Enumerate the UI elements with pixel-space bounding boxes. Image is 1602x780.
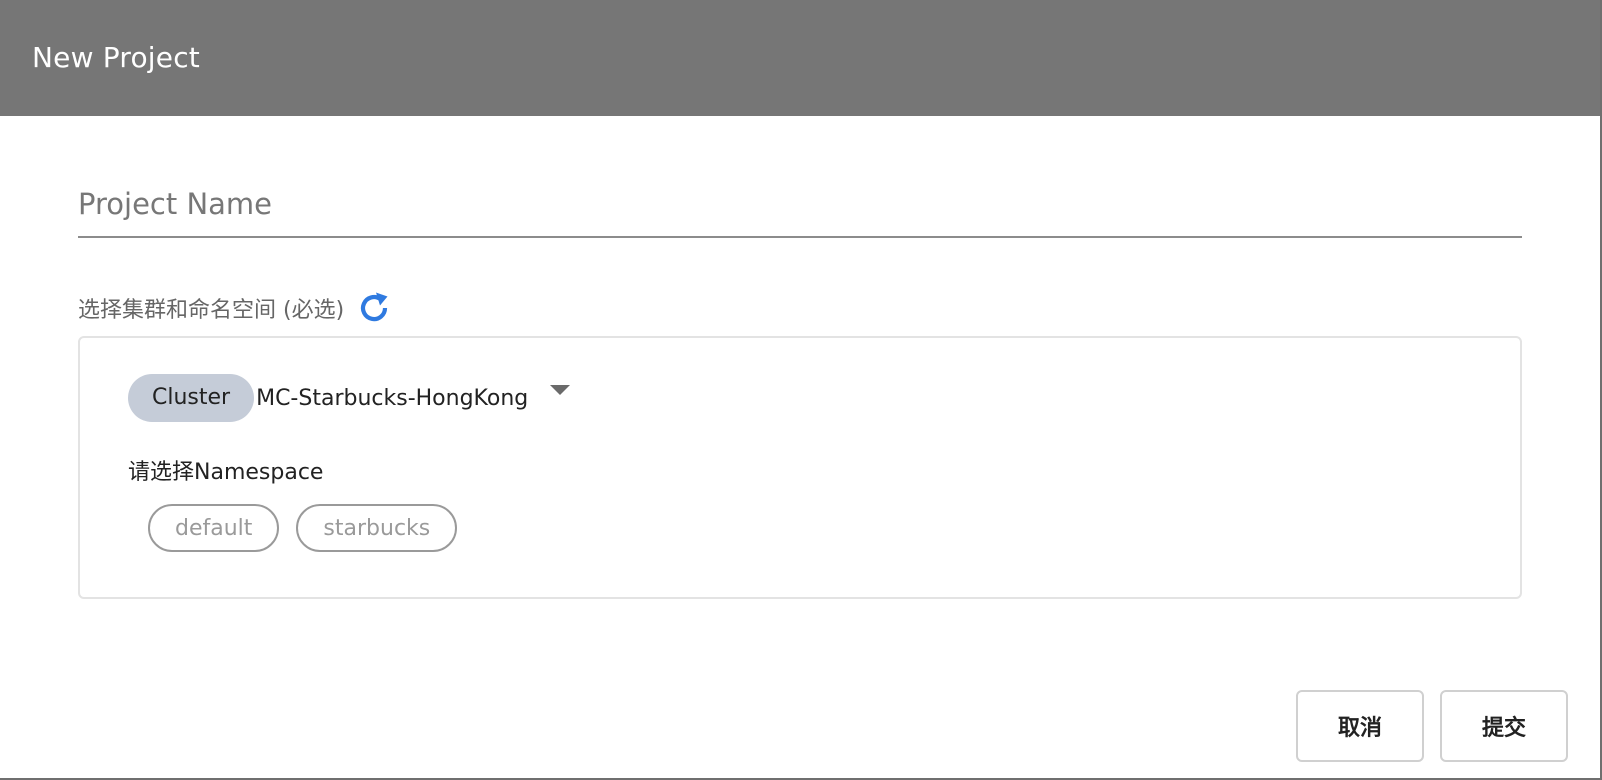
cluster-badge: Cluster [128,374,255,422]
namespace-chip-starbucks[interactable]: starbucks [296,504,458,552]
cluster-selector[interactable]: Cluster MC-Starbucks-HongKong [128,374,571,422]
dialog-header: New Project [0,0,1602,116]
caret-down-icon[interactable] [550,385,571,395]
refresh-icon[interactable] [356,290,392,326]
new-project-dialog: New Project 选择集群和命名空间 (必选) Cluster MC-St… [0,0,1602,780]
namespace-options: default starbucks [148,504,458,552]
cluster-section-header: 选择集群和命名空间 (必选) [78,290,392,326]
namespace-chip-default[interactable]: default [148,504,280,552]
dialog-title: New Project [32,41,200,74]
cluster-section-label: 选择集群和命名空间 (必选) [78,298,345,323]
cancel-button[interactable]: 取消 [1296,690,1424,762]
submit-button[interactable]: 提交 [1440,690,1568,762]
cluster-selected-value: MC-Starbucks-HongKong [256,385,529,411]
namespace-label: 请选择Namespace [128,460,324,485]
project-name-input[interactable] [78,178,1522,238]
cluster-namespace-panel: Cluster MC-Starbucks-HongKong 请选择Namespa… [78,336,1522,599]
